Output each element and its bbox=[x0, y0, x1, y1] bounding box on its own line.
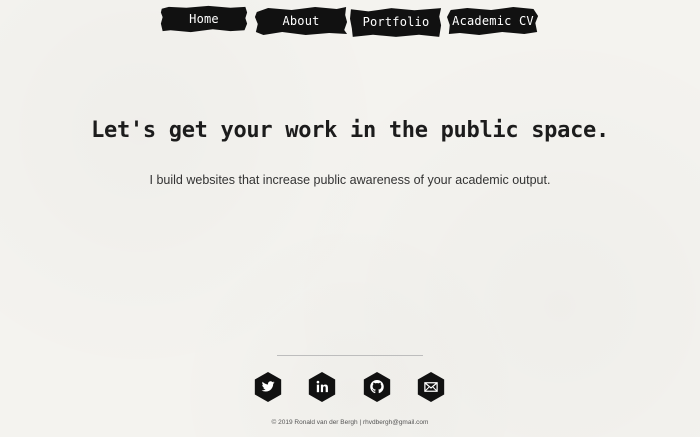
nav-home-link[interactable]: Home bbox=[160, 5, 248, 33]
footer-text: © 2019 Ronald van der Bergh | rhvdbergh@… bbox=[0, 419, 700, 426]
email-icon bbox=[417, 371, 445, 403]
hero-subline: I build websites that increase public aw… bbox=[149, 173, 551, 187]
nav-academic-cv-link[interactable]: Academic CV bbox=[447, 6, 539, 36]
linkedin-link[interactable] bbox=[307, 371, 337, 403]
hero-headline: Let's get your work in the public space. bbox=[91, 118, 609, 143]
footer-divider bbox=[277, 355, 423, 356]
nav-portfolio-label: Portfolio bbox=[362, 15, 430, 29]
github-icon bbox=[363, 371, 391, 403]
nav-home-label: Home bbox=[189, 12, 219, 26]
linkedin-icon bbox=[308, 371, 336, 403]
twitter-link[interactable] bbox=[253, 371, 283, 403]
nav-portfolio-link[interactable]: Portfolio bbox=[350, 6, 442, 38]
main-nav: Home About Portfolio Academic CV bbox=[0, 2, 700, 38]
nav-about-link[interactable]: About bbox=[254, 6, 348, 36]
copyright-text: © 2019 Ronald van der Bergh bbox=[271, 419, 358, 426]
footer-email-link[interactable]: rhvdbergh@gmail.com bbox=[363, 419, 429, 426]
github-link[interactable] bbox=[362, 371, 392, 403]
email-link[interactable] bbox=[416, 371, 446, 403]
nav-about-label: About bbox=[282, 14, 320, 28]
nav-academic-cv-label: Academic CV bbox=[452, 14, 534, 28]
twitter-icon bbox=[254, 371, 282, 403]
social-links bbox=[0, 371, 700, 405]
